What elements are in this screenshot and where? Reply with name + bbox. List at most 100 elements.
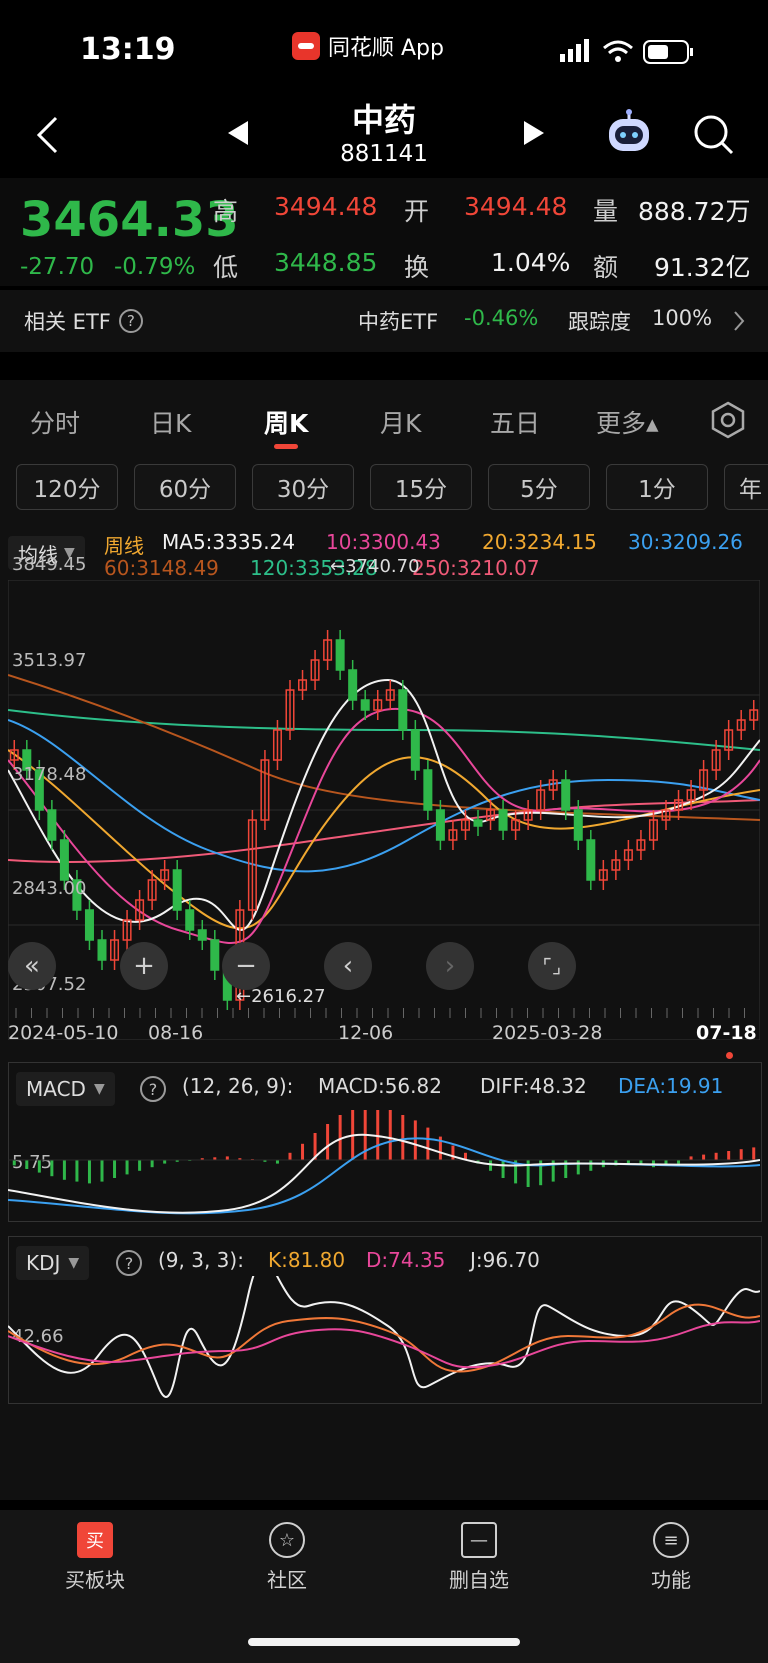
tab-intraday[interactable]: 分时 [30,404,80,440]
candle-body [335,639,345,671]
help-icon[interactable]: ? [116,1250,142,1276]
quote-panel: 3464.33 -27.70 -0.79% 高 3494.48 开 3494.4… [0,178,768,314]
macd-value: MACD:56.82 [318,1074,442,1098]
period-120min-button[interactable]: 120分 [16,464,118,510]
turnover-value: 1.04% [491,248,571,277]
tab-five-day[interactable]: 五日 [490,404,540,440]
help-icon[interactable]: ? [118,309,143,333]
tab-weekly-k[interactable]: 周K [264,404,308,440]
help-icon[interactable]: ? [140,1076,166,1102]
signal-wifi-battery-icon [560,39,693,64]
scroll-left-icon[interactable]: ‹ [324,942,372,990]
price-axis-label-2: 3513.97 [12,650,87,671]
period-5min-button[interactable]: 5分 [488,464,590,510]
active-tab-indicator [274,444,298,449]
stock-header: 中药 881141 [0,95,768,177]
robot-assistant-icon[interactable] [604,109,654,159]
double-left-icon[interactable]: « [8,942,56,990]
chevron-right-icon [734,311,745,331]
volume-label: 量 [593,197,619,226]
buy-icon: 买 [77,1522,113,1558]
scroll-right-icon[interactable]: › [426,942,474,990]
period-60min-button[interactable]: 60分 [134,464,236,510]
kdj-params: (9, 3, 3): [158,1248,244,1272]
track-label: 跟踪度 [568,310,631,334]
ma5-value: MA5:3335.24 [162,530,296,554]
kdj-j-value: J:96.70 [470,1248,540,1272]
tab-daily-k[interactable]: 日K [150,404,191,440]
home-indicator[interactable] [248,1638,520,1646]
tab-more[interactable]: 更多▴ [596,404,659,440]
search-icon[interactable] [692,113,736,157]
functions-button[interactable]: ≡ 功能 [596,1522,746,1593]
clock: 13:19 [80,32,176,67]
remove-watchlist-label: 删自选 [449,1568,509,1592]
open-value: 3494.48 [464,192,568,221]
next-stock-icon[interactable] [522,119,546,147]
price-axis-label-4: 2843.00 [12,878,87,899]
zoom-in-icon[interactable]: + [120,942,168,990]
ma20-value: 20:3234.15 [482,530,597,554]
price-axis-label-3: 3178.48 [12,764,87,785]
last-price: 3464.33 [20,192,239,248]
buy-sector-button[interactable]: 买 买板块 [20,1522,170,1593]
remove-watchlist-icon: — [461,1522,497,1558]
date-label-5: 07-18 [696,1022,757,1044]
kdj-selector[interactable]: KDJ ▼ [16,1246,90,1280]
price-axis-label-1: 3849.45 [12,554,87,575]
kdj-k-value: K:81.80 [268,1248,346,1272]
dea-value: DEA:19.91 [618,1074,724,1098]
buy-sector-label: 买板块 [65,1568,125,1592]
period-30min-button[interactable]: 30分 [252,464,354,510]
kdj-name: KDJ [26,1251,61,1275]
kdj-j-line [8,1276,760,1398]
candle-body [197,929,207,941]
related-etf-label: 相关 ETF [24,310,111,334]
macd-selector[interactable]: MACD ▼ [16,1072,115,1106]
candle-body [561,779,571,811]
ma250-value: 250:3210.07 [412,556,540,580]
remove-watchlist-button[interactable]: — 删自选 [404,1522,554,1593]
candle-body [59,839,69,881]
high-label: 高 [213,197,239,226]
macd-name: MACD [26,1077,86,1101]
kdj-chart [8,1276,760,1398]
candle-body [172,869,182,911]
volume-value: 888.72万 [638,197,751,226]
high-value: 3494.48 [274,192,378,221]
amount-value: 91.32亿 [654,253,751,282]
settings-hexagon-icon[interactable] [708,400,748,440]
period-15min-button[interactable]: 15分 [370,464,472,510]
community-button[interactable]: ☆ 社区 [212,1522,362,1593]
candle-body [573,809,583,841]
macd-params: (12, 26, 9): [182,1074,294,1098]
candle-body [498,809,508,831]
macd-chart [8,1110,760,1215]
chart-panel: 分时 日K 周K 月K 五日 更多▴ 120分 60分 30分 15分 5分 1… [0,380,768,1500]
app-indicator: 同花顺 App [292,30,444,62]
functions-label: 功能 [651,1568,691,1592]
price-change: -27.70 [20,254,95,280]
ma10-value: 10:3300.43 [326,530,441,554]
low-value: 3448.85 [274,248,378,277]
ma-period-label: 周线 [104,534,144,558]
zoom-out-icon[interactable]: − [222,942,270,990]
candle-body [84,909,94,941]
open-label: 开 [404,197,430,226]
low-label: 低 [213,253,239,282]
app-icon [292,32,320,60]
ma60-value: 60:3148.49 [104,556,219,580]
kdj-d-value: D:74.35 [366,1248,446,1272]
candle-body [473,819,483,827]
related-etf-row[interactable]: 相关 ETF ? 中药ETF -0.46% 跟踪度 100% [0,290,768,352]
date-label-1: 2024-05-10 [8,1022,119,1044]
tab-monthly-k[interactable]: 月K [380,404,421,440]
period-1min-button[interactable]: 1分 [606,464,708,510]
functions-icon: ≡ [653,1522,689,1558]
period-year-button[interactable]: 年 [724,464,768,510]
caret-down-icon: ▼ [68,1255,80,1271]
fullscreen-icon[interactable]: ⌜⌟ [528,942,576,990]
ma30-value: 30:3209.26 [628,530,743,554]
candle-body [360,699,370,711]
community-icon: ☆ [269,1522,305,1558]
